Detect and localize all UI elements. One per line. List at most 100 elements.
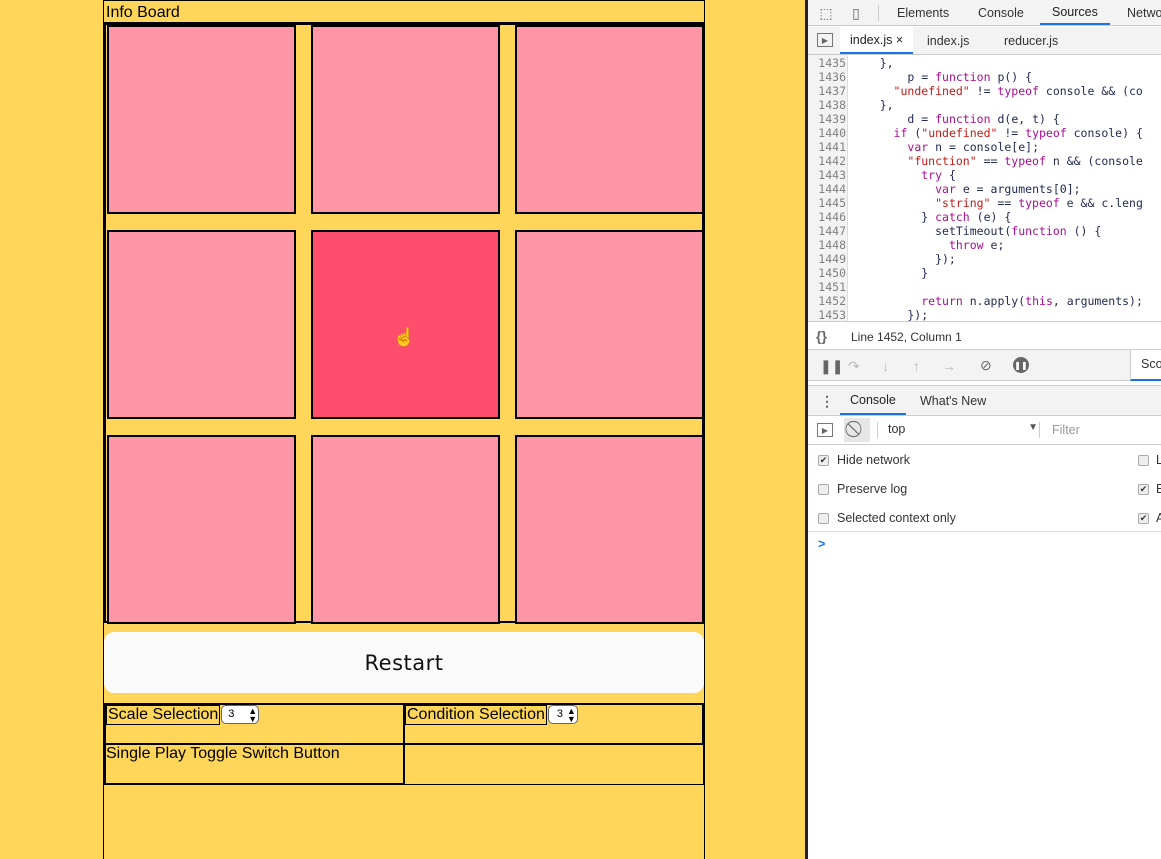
line-number: 1447 — [818, 224, 846, 238]
tab-elements[interactable]: Elements — [897, 0, 949, 25]
line-number: 1446 — [818, 210, 846, 224]
option-label: Hide network — [837, 453, 910, 467]
tab-scope[interactable]: Sco — [1130, 350, 1161, 381]
code-line: "undefined" != typeof console && (co — [893, 84, 1143, 98]
line-number: 1436 — [818, 70, 846, 84]
code-editor[interactable]: 1435 1436 1437 1438 1439 1440 1441 1442 1443 1444… — [808, 55, 1161, 321]
code-line: d = function d(e, t) { — [907, 112, 1060, 126]
navigator-toggle-icon[interactable]: ▶ — [817, 33, 833, 47]
checkbox[interactable] — [1138, 454, 1149, 466]
line-number: 1443 — [818, 168, 846, 182]
line-number: 1437 — [818, 84, 846, 98]
option-label: E — [1156, 482, 1161, 496]
file-tab-index-js-2[interactable]: index.js — [927, 27, 969, 54]
line-number: 1438 — [818, 98, 846, 112]
line-number: 1444 — [818, 182, 846, 196]
board-cell[interactable] — [107, 25, 296, 214]
step-out-icon[interactable]: ↑ — [913, 358, 920, 374]
code-line: }, — [852, 56, 894, 70]
condition-label: Condition Selection — [405, 705, 547, 725]
checkbox[interactable]: ✔ — [1138, 512, 1149, 524]
board-cell[interactable] — [515, 230, 704, 419]
devtools-tabbar: ⬚ ▯ Elements Console Sources Netwo — [808, 0, 1161, 26]
line-number: 1449 — [818, 252, 846, 266]
code-line: "function" == typeof n && (console — [907, 154, 1143, 168]
console-option[interactable]: Selected context only ✔ A — [808, 510, 1161, 526]
checkbox[interactable] — [818, 483, 829, 495]
pause-icon[interactable]: ❚❚ — [820, 358, 843, 375]
drawer-tabbar: ⋮ Console What's New — [808, 385, 1161, 416]
line-gutter: 1435 1436 1437 1438 1439 1440 1441 1442 1443 1444… — [808, 55, 848, 321]
board-cell[interactable] — [311, 25, 500, 214]
board-cell[interactable] — [311, 435, 500, 624]
empty-cell — [403, 743, 704, 785]
line-number: 1453 — [818, 308, 846, 321]
select-arrows-icon: ▲ ▼ — [248, 706, 258, 724]
clear-console-icon[interactable]: ⃠ — [844, 418, 870, 442]
code-line: var n = console[e]; — [907, 140, 1040, 154]
select-arrows-icon: ▲ ▼ — [566, 706, 576, 724]
line-number: 1451 — [818, 280, 846, 294]
pause-on-exceptions-icon[interactable]: ❚❚ — [1013, 357, 1029, 373]
debugger-toolbar: ❚❚ ↷ ↓ ↑ → ⊘ ❚❚ Sco — [808, 350, 1161, 381]
code-line: } catch (e) { — [852, 210, 1012, 224]
code-line: p = function p() { — [907, 70, 1033, 84]
deactivate-breakpoints-icon[interactable]: ⊘ — [980, 357, 992, 374]
tab-sources[interactable]: Sources — [1040, 0, 1110, 25]
step-into-icon[interactable]: ↓ — [882, 358, 889, 374]
restart-button[interactable]: Restart — [104, 632, 704, 693]
context-select[interactable]: top ▼ — [888, 422, 1038, 436]
file-tab-index-js[interactable]: index.js × — [840, 27, 914, 54]
inspect-element-icon[interactable]: ⬚ — [816, 4, 836, 22]
scale-value: 3 — [228, 708, 235, 720]
pretty-print-icon[interactable]: {} — [816, 328, 827, 344]
console-option[interactable]: ✔ Hide network L — [808, 452, 1161, 468]
drawer-tab-whats-new[interactable]: What's New — [920, 386, 986, 415]
code-line: var e = arguments[0]; — [935, 182, 1081, 196]
board-cell[interactable] — [107, 230, 296, 419]
code-line: throw e; — [948, 238, 1005, 252]
drawer-tab-console[interactable]: Console — [840, 386, 906, 415]
checkbox[interactable]: ✔ — [1138, 483, 1149, 495]
line-number: 1435 — [818, 56, 846, 70]
dropdown-arrow-icon: ▼ — [1028, 422, 1038, 433]
single-play-cell[interactable]: Single Play Toggle Switch Button — [104, 743, 405, 785]
code-line: }); — [852, 308, 929, 321]
filter-input[interactable]: Filter — [1052, 423, 1080, 437]
options-table: Scale Selection 3 ▲ ▼ Condition Selection 3 ▲… — [104, 703, 704, 785]
line-number: 1445 — [818, 196, 846, 210]
option-label: A — [1156, 511, 1161, 525]
sidebar-toggle-icon[interactable]: ▶ — [817, 423, 833, 437]
board-cell[interactable] — [107, 435, 296, 624]
code-line: if ("undefined" != typeof console) { — [893, 126, 1143, 140]
step-icon[interactable]: → — [942, 358, 956, 374]
board-cell[interactable] — [515, 25, 704, 214]
code-line: return n.apply(this, arguments); — [921, 294, 1143, 308]
option-label: Selected context only — [837, 511, 956, 525]
condition-select[interactable]: 3 ▲ ▼ — [547, 705, 578, 724]
board-cell[interactable] — [311, 230, 500, 419]
context-value: top — [888, 422, 906, 436]
tab-network[interactable]: Netwo — [1127, 0, 1161, 25]
file-tab-reducer-js[interactable]: reducer.js — [1004, 27, 1058, 54]
devtools-panel: ⬚ ▯ Elements Console Sources Netwo ▶ ind… — [808, 0, 1161, 859]
scale-label: Scale Selection — [106, 705, 221, 725]
device-toggle-icon[interactable]: ▯ — [846, 4, 866, 22]
info-board-title: Info Board — [106, 4, 180, 21]
hand-cursor-icon: ☝ — [393, 327, 416, 347]
code-line: }); — [852, 252, 956, 266]
console-prompt-icon[interactable]: > — [818, 537, 825, 551]
line-number: 1450 — [818, 266, 846, 280]
more-menu-icon[interactable]: ⋮ — [820, 393, 834, 410]
app-column: Info Board Restart Scale Selection 3 ▲ ▼ Co… — [103, 0, 705, 859]
console-option[interactable]: Preserve log ✔ E — [808, 481, 1161, 497]
board-cell[interactable] — [515, 435, 704, 624]
checkbox[interactable] — [818, 512, 829, 524]
scale-select[interactable]: 3 ▲ ▼ — [221, 705, 260, 724]
checkbox[interactable]: ✔ — [818, 454, 829, 466]
line-number: 1439 — [818, 112, 846, 126]
step-over-icon[interactable]: ↷ — [848, 358, 860, 375]
close-icon[interactable]: × — [896, 33, 903, 47]
line-number: 1442 — [818, 154, 846, 168]
tab-console[interactable]: Console — [978, 0, 1024, 25]
